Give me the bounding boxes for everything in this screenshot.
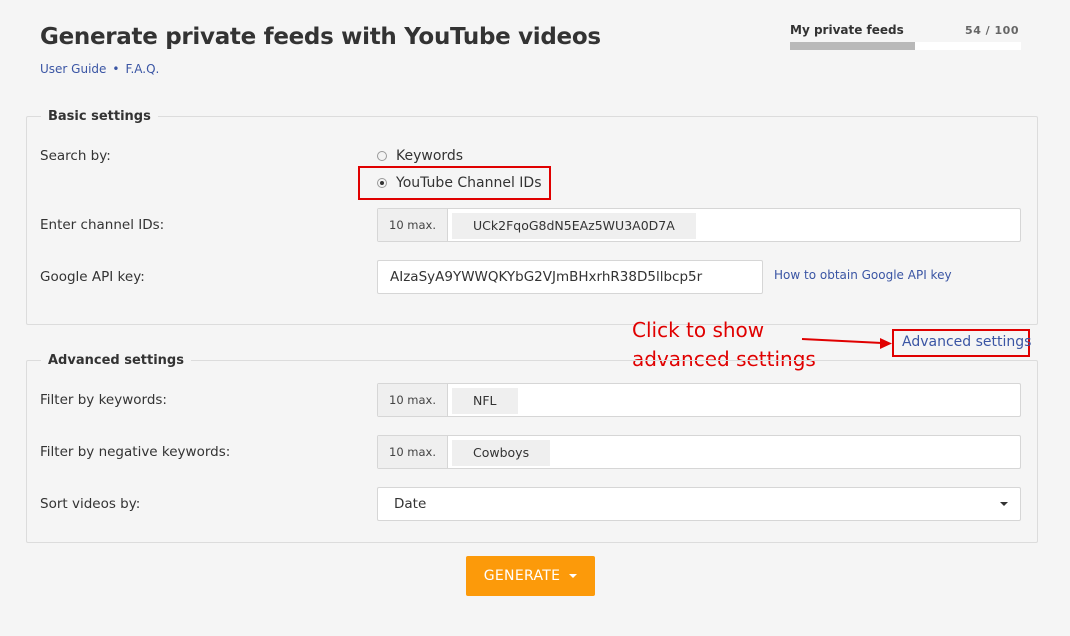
sort-videos-value: Date	[394, 496, 427, 512]
quota-progress-bar	[790, 42, 1021, 50]
channel-ids-input[interactable]: 10 max. UCk2FqoG8dN5EAz5WU3A0D7A	[377, 208, 1021, 242]
radio-keywords[interactable]: Keywords	[377, 148, 463, 164]
radio-keywords-circle[interactable]	[377, 151, 387, 161]
generate-button[interactable]: GENERATE	[466, 556, 595, 596]
caret-down-icon	[569, 574, 578, 578]
negative-keyword-tag[interactable]: Cowboys	[452, 440, 551, 466]
filter-keywords-label: Filter by keywords:	[40, 392, 167, 408]
basic-settings-legend: Basic settings	[48, 109, 151, 124]
faq-link[interactable]: F.A.Q.	[125, 62, 159, 76]
search-by-label: Search by:	[40, 148, 111, 164]
api-key-help-link[interactable]: How to obtain Google API key	[774, 268, 952, 282]
quota-progress-fill	[790, 42, 915, 50]
sort-videos-select[interactable]: Date	[377, 487, 1021, 521]
negative-keywords-input[interactable]: 10 max. Cowboys	[377, 435, 1021, 469]
quota-label: My private feeds	[790, 23, 904, 37]
advanced-settings-legend: Advanced settings	[48, 353, 184, 368]
sort-videos-label: Sort videos by:	[40, 496, 141, 512]
chevron-down-icon	[1000, 502, 1008, 506]
quota-count: 54 / 100	[965, 24, 1019, 37]
api-key-label: Google API key:	[40, 269, 145, 285]
channel-ids-label: Enter channel IDs:	[40, 217, 165, 233]
filter-keyword-tag[interactable]: NFL	[452, 388, 518, 414]
highlight-channel-ids-box	[358, 166, 551, 200]
negative-keywords-label: Filter by negative keywords:	[40, 444, 231, 460]
generate-button-label: GENERATE	[483, 568, 561, 584]
advanced-settings-link[interactable]: Advanced settings	[902, 334, 1031, 350]
link-separator: •	[112, 62, 120, 76]
user-guide-link[interactable]: User Guide	[40, 62, 106, 76]
channel-id-tag[interactable]: UCk2FqoG8dN5EAz5WU3A0D7A	[452, 213, 696, 239]
api-key-input[interactable]: AIzaSyA9YWWQKYbG2VJmBHxrhR38D5llbcp5r	[377, 260, 763, 294]
filter-keywords-input[interactable]: 10 max. NFL	[377, 383, 1021, 417]
callout-arrow-icon	[801, 338, 892, 349]
channel-ids-max-badge: 10 max.	[378, 209, 448, 241]
callout-line-1: Click to show	[632, 318, 765, 342]
filter-keywords-max-badge: 10 max.	[378, 384, 448, 416]
negative-keywords-max-badge: 10 max.	[378, 436, 448, 468]
page-title: Generate private feeds with YouTube vide…	[40, 24, 601, 50]
radio-keywords-label: Keywords	[396, 148, 464, 164]
help-links: User Guide • F.A.Q.	[40, 62, 159, 76]
